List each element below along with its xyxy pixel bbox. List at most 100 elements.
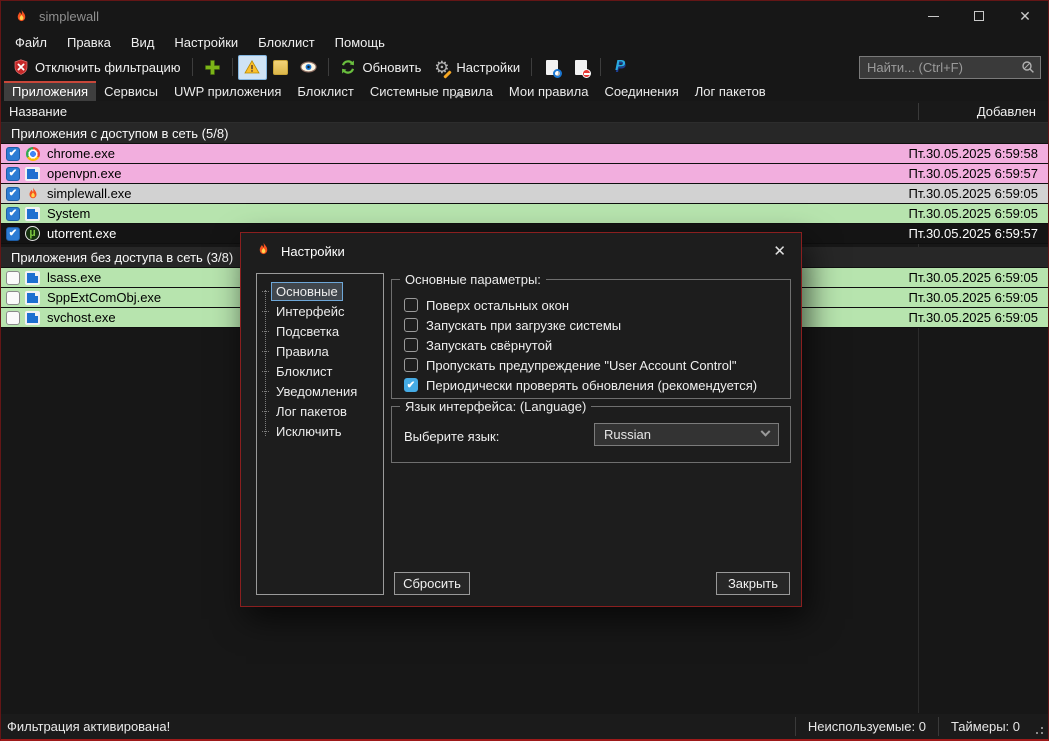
paypal-icon: PP bbox=[615, 56, 626, 76]
row-added-date: Пт.30.05.2025 6:59:05 bbox=[908, 186, 1038, 201]
reset-button[interactable]: Сбросить bbox=[394, 572, 470, 595]
show-hidden-button[interactable] bbox=[294, 55, 323, 80]
tab-user-rules[interactable]: Мои правила bbox=[501, 81, 597, 101]
minimize-button[interactable] bbox=[910, 1, 956, 31]
toolbar-separator bbox=[600, 58, 602, 76]
app-window-icon bbox=[24, 290, 41, 306]
tab-system-rules[interactable]: Системные правила bbox=[362, 81, 501, 101]
statusbar: Фильтрация активирована! Неиспользуемые:… bbox=[1, 714, 1048, 739]
table-row[interactable]: ✔ System Пт.30.05.2025 6:59:05 bbox=[1, 204, 1048, 224]
menu-edit[interactable]: Правка bbox=[57, 33, 121, 52]
menubar: Файл Правка Вид Настройки Блоклист Помощ… bbox=[1, 31, 1048, 53]
table-row[interactable]: ✔ openvpn.exe Пт.30.05.2025 6:59:57 bbox=[1, 164, 1048, 184]
tabbar: Приложения Сервисы UWP приложения Блокли… bbox=[1, 81, 1048, 102]
app-window: simplewall ✕ Файл Правка Вид Настройки Б… bbox=[0, 0, 1049, 741]
checkbox-label: Поверх остальных окон bbox=[426, 297, 569, 313]
dialog-close-button[interactable]: ✕ bbox=[773, 244, 786, 259]
app-title: simplewall bbox=[39, 8, 99, 24]
checkbox-run-at-startup[interactable]: Запускать при загрузке системы bbox=[404, 315, 790, 335]
row-checkbox[interactable]: ✔ bbox=[6, 146, 20, 161]
menu-file[interactable]: Файл bbox=[5, 33, 57, 52]
column-header-name[interactable]: Название bbox=[1, 104, 67, 119]
language-label: Выберите язык: bbox=[404, 429, 500, 444]
row-added-date: Пт.30.05.2025 6:59:58 bbox=[908, 146, 1038, 161]
row-checkbox[interactable]: ✔ bbox=[6, 166, 20, 181]
language-select[interactable]: Russian bbox=[594, 423, 779, 446]
refresh-button[interactable]: Обновить bbox=[334, 55, 428, 80]
document-search-icon bbox=[543, 59, 562, 78]
search-input[interactable] bbox=[859, 55, 1041, 79]
row-app-name: simplewall.exe bbox=[47, 186, 132, 201]
row-app-name: utorrent.exe bbox=[47, 226, 117, 241]
table-row[interactable]: ✔ chrome.exe Пт.30.05.2025 6:59:58 bbox=[1, 144, 1048, 164]
row-checkbox[interactable]: ✔ bbox=[6, 226, 20, 241]
show-warnings-button[interactable] bbox=[237, 54, 267, 80]
clear-log-button[interactable] bbox=[566, 55, 595, 80]
chevron-down-icon bbox=[760, 426, 771, 437]
checkbox-icon bbox=[404, 358, 418, 372]
open-log-button[interactable] bbox=[537, 55, 566, 80]
highlight-button[interactable] bbox=[267, 56, 294, 79]
row-app-name: openvpn.exe bbox=[47, 166, 122, 181]
chrome-icon bbox=[24, 146, 41, 162]
checkbox-check-updates[interactable]: ✔ Периодически проверять обновления (рек… bbox=[404, 375, 790, 395]
resize-grip[interactable] bbox=[1032, 714, 1048, 739]
utorrent-icon: µ bbox=[24, 226, 41, 242]
search-icon bbox=[1021, 60, 1035, 77]
toolbar-separator bbox=[327, 58, 329, 76]
tree-item-notifications[interactable]: Уведомления bbox=[257, 381, 383, 401]
row-checkbox[interactable] bbox=[6, 290, 20, 305]
menu-settings[interactable]: Настройки bbox=[164, 33, 248, 52]
checkbox-start-minimized[interactable]: Запускать свёрнутой bbox=[404, 335, 790, 355]
row-added-date: Пт.30.05.2025 6:59:05 bbox=[908, 310, 1038, 325]
checkbox-icon bbox=[404, 318, 418, 332]
column-divider[interactable] bbox=[918, 103, 919, 120]
tree-item-blocklist[interactable]: Блоклист bbox=[257, 361, 383, 381]
tab-blocklist[interactable]: Блоклист bbox=[289, 81, 361, 101]
checkbox-always-on-top[interactable]: Поверх остальных окон bbox=[404, 295, 790, 315]
row-app-name: System bbox=[47, 206, 91, 221]
checkbox-label: Пропускать предупреждение "User Account … bbox=[426, 357, 737, 373]
add-button[interactable] bbox=[198, 55, 227, 80]
donate-button[interactable]: PP bbox=[606, 55, 635, 80]
tab-apps[interactable]: Приложения bbox=[4, 81, 97, 101]
tree-item-packet-log[interactable]: Лог пакетов bbox=[257, 401, 383, 421]
checkbox-skip-uac[interactable]: Пропускать предупреждение "User Account … bbox=[404, 355, 790, 375]
tree-item-exclude[interactable]: Исключить bbox=[257, 421, 383, 441]
window-controls: ✕ bbox=[910, 1, 1048, 31]
column-header-added[interactable]: Добавлен bbox=[977, 104, 1036, 119]
tab-packet-log[interactable]: Лог пакетов bbox=[687, 81, 774, 101]
table-row[interactable]: ✔ simplewall.exe Пт.30.05.2025 6:59:05 bbox=[1, 184, 1048, 204]
flame-icon bbox=[24, 186, 41, 202]
group-label: Язык интерфейса: (Language) bbox=[400, 399, 592, 414]
menu-view[interactable]: Вид bbox=[121, 33, 165, 52]
row-checkbox[interactable] bbox=[6, 270, 20, 285]
tree-item-interface[interactable]: Интерфейс bbox=[257, 301, 383, 321]
checkbox-label: Запускать при загрузке системы bbox=[426, 317, 622, 333]
menu-blocklist[interactable]: Блоклист bbox=[248, 33, 324, 52]
refresh-icon bbox=[340, 59, 357, 76]
row-added-date: Пт.30.05.2025 6:59:57 bbox=[908, 166, 1038, 181]
group-header-allowed[interactable]: Приложения с доступом в сеть (5/8) bbox=[1, 123, 1048, 144]
row-checkbox[interactable]: ✔ bbox=[6, 186, 20, 201]
close-button[interactable]: ✕ bbox=[1002, 1, 1048, 31]
tab-uwp-apps[interactable]: UWP приложения bbox=[166, 81, 289, 101]
toolbar-separator bbox=[531, 58, 533, 76]
settings-button[interactable]: ⚙ Настройки bbox=[427, 55, 526, 80]
row-app-name: lsass.exe bbox=[47, 270, 102, 285]
tree-item-highlighting[interactable]: Подсветка bbox=[257, 321, 383, 341]
general-options-group: Основные параметры: Поверх остальных око… bbox=[391, 272, 791, 399]
row-checkbox[interactable]: ✔ bbox=[6, 206, 20, 221]
tab-connections[interactable]: Соединения bbox=[596, 81, 686, 101]
tab-services[interactable]: Сервисы bbox=[96, 81, 166, 101]
tree-item-rules[interactable]: Правила bbox=[257, 341, 383, 361]
app-window-icon bbox=[24, 206, 41, 222]
row-checkbox[interactable] bbox=[6, 310, 20, 325]
maximize-button[interactable] bbox=[956, 1, 1002, 31]
disable-filtering-button[interactable]: Отключить фильтрацию bbox=[6, 55, 187, 80]
menu-help[interactable]: Помощь bbox=[325, 33, 395, 52]
tree-item-general[interactable]: Основные bbox=[257, 281, 383, 301]
pencil-icon bbox=[443, 69, 453, 79]
app-window-icon bbox=[24, 310, 41, 326]
dialog-close-footer-button[interactable]: Закрыть bbox=[716, 572, 790, 595]
